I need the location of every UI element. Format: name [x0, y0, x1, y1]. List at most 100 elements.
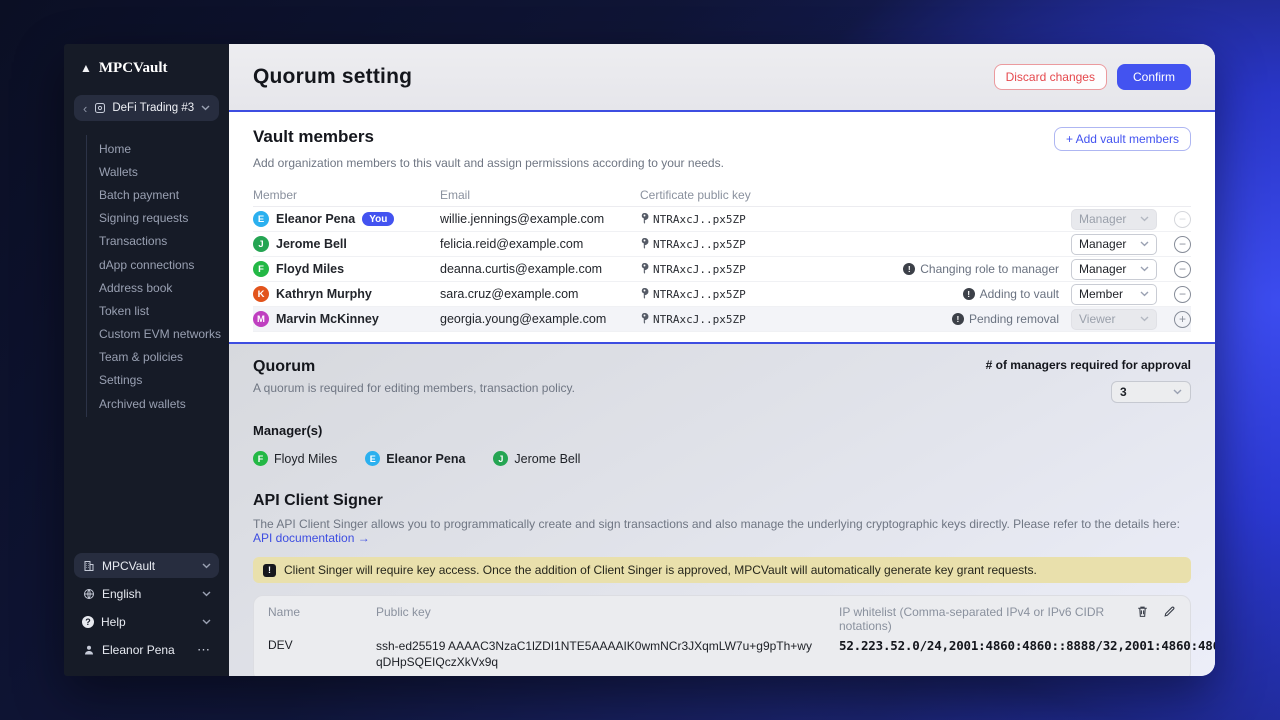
sidebar-item-batch-payment[interactable]: Batch payment: [99, 183, 229, 206]
sidebar-nav: HomeWalletsBatch paymentSigning requests…: [86, 135, 229, 417]
sidebar-item-token-list[interactable]: Token list: [99, 299, 229, 322]
member-name: Kathryn Murphy: [276, 287, 372, 301]
add-vault-members-button[interactable]: + Add vault members: [1054, 127, 1191, 151]
role-select[interactable]: Manager: [1071, 234, 1157, 255]
member-row: F Floyd Miles deanna.curtis@example.com …: [253, 257, 1191, 282]
more-menu-icon[interactable]: ⋯: [197, 642, 211, 658]
user-icon: [82, 643, 95, 656]
remove-member-button[interactable]: −: [1174, 236, 1191, 253]
sidebar-footer: MPCVault English ? Help: [64, 545, 229, 676]
team-selector[interactable]: ‹ DeFi Trading #3: [74, 95, 219, 121]
manager-avatar: E: [365, 451, 380, 466]
status-text: Pending removal: [969, 312, 1059, 326]
role-value: Manager: [1079, 212, 1140, 226]
manager-name: Eleanor Pena: [386, 452, 465, 466]
member-avatar: F: [253, 261, 269, 277]
sidebar-item-transactions[interactable]: Transactions: [99, 230, 229, 253]
sidebar-item-dapp-connections[interactable]: dApp connections: [99, 253, 229, 276]
page-title: Quorum setting: [253, 65, 412, 89]
key-icon: [640, 313, 649, 325]
quorum-title: Quorum: [253, 358, 575, 376]
role-select[interactable]: Viewer: [1071, 309, 1157, 330]
member-row: E Eleanor Pena You willie.jennings@examp…: [253, 207, 1191, 232]
manager-name: Jerome Bell: [514, 452, 580, 466]
sidebar-item-team-policies[interactable]: Team & policies: [99, 346, 229, 369]
member-name: Jerome Bell: [276, 237, 347, 251]
help-label: Help: [101, 615, 195, 629]
user-name-label: Eleanor Pena: [102, 643, 190, 657]
vault-members-title: Vault members: [253, 127, 374, 147]
main-panel: Quorum setting Discard changes Confirm V…: [229, 44, 1215, 676]
member-row: K Kathryn Murphy sara.cruz@example.com N…: [253, 282, 1191, 307]
member-avatar: M: [253, 311, 269, 327]
sidebar-item-user[interactable]: Eleanor Pena ⋯: [74, 637, 219, 662]
chevron-down-icon: [201, 105, 210, 111]
remove-member-button[interactable]: −: [1174, 261, 1191, 278]
chevron-down-icon: [1140, 291, 1149, 297]
key-icon: [640, 288, 649, 300]
member-email: georgia.young@example.com: [440, 312, 640, 326]
you-badge: You: [362, 212, 394, 226]
app-window: ▲ MPCVault ‹ DeFi Trading #3 HomeWallets…: [64, 44, 1215, 676]
api-signer-card: Name Public key IP whitelist (Comma-sepa…: [253, 595, 1191, 676]
sidebar-item-custom-evm-networks[interactable]: Custom EVM networks: [99, 323, 229, 346]
member-status: ! Changing role to manager: [885, 262, 1071, 276]
approval-count-select[interactable]: 3: [1111, 381, 1191, 403]
key-access-warning-banner: ! Client Singer will require key access.…: [253, 557, 1191, 583]
api-documentation-link[interactable]: API documentation →: [253, 531, 370, 545]
team-selector-label: DeFi Trading #3: [112, 102, 195, 114]
sidebar-item-signing-requests[interactable]: Signing requests: [99, 207, 229, 230]
member-name: Eleanor Pena: [276, 212, 355, 226]
sidebar-item-address-book[interactable]: Address book: [99, 276, 229, 299]
manager-name: Floyd Miles: [274, 452, 337, 466]
sidebar-item-org[interactable]: MPCVault: [74, 553, 219, 578]
confirm-button[interactable]: Confirm: [1117, 64, 1191, 90]
approval-count-value: 3: [1120, 385, 1173, 399]
column-certificate: Certificate public key: [640, 188, 885, 202]
sidebar-item-archived-wallets[interactable]: Archived wallets: [99, 392, 229, 415]
api-name-header: Name: [268, 605, 368, 633]
vault-icon: [93, 102, 106, 115]
sidebar-item-wallets[interactable]: Wallets: [99, 160, 229, 183]
discard-changes-button[interactable]: Discard changes: [994, 64, 1107, 90]
api-client-signer-section: API Client Signer The API Client Singer …: [253, 492, 1191, 676]
role-select[interactable]: Member: [1071, 284, 1157, 305]
chevron-down-icon: [1140, 241, 1149, 247]
remove-member-button[interactable]: −: [1174, 211, 1191, 228]
app-logo-text: MPCVault: [99, 60, 168, 77]
role-select[interactable]: Manager: [1071, 209, 1157, 230]
info-icon: !: [903, 263, 915, 275]
member-row: J Jerome Bell felicia.reid@example.com N…: [253, 232, 1191, 257]
lower-section: Quorum A quorum is required for editing …: [229, 344, 1215, 676]
organization-icon: [82, 559, 95, 572]
member-email: deanna.curtis@example.com: [440, 262, 640, 276]
status-text: Changing role to manager: [920, 262, 1059, 276]
back-chevron-icon[interactable]: ‹: [83, 102, 87, 115]
role-value: Member: [1079, 287, 1140, 301]
member-status: ! Pending removal: [885, 312, 1071, 326]
add-member-button[interactable]: +: [1174, 311, 1191, 328]
api-name-value: DEV: [268, 638, 368, 670]
members-table-header: Member Email Certificate public key: [253, 183, 1191, 207]
info-icon: !: [963, 288, 975, 300]
sidebar-item-home[interactable]: Home: [99, 137, 229, 160]
sidebar-item-settings[interactable]: Settings: [99, 369, 229, 392]
role-select[interactable]: Manager: [1071, 259, 1157, 280]
edit-icon[interactable]: [1163, 605, 1176, 633]
manager-chip: FFloyd Miles: [253, 451, 337, 466]
info-square-icon: !: [263, 564, 276, 577]
chevron-down-icon: [202, 619, 211, 625]
delete-icon[interactable]: [1136, 605, 1149, 633]
manager-chip: E Eleanor Pena: [365, 451, 465, 466]
language-label: English: [102, 587, 195, 601]
certificate-public-key: NTRAxcJ..px5ZP: [653, 313, 746, 326]
member-status: ! Adding to vault: [885, 287, 1071, 301]
remove-member-button[interactable]: −: [1174, 286, 1191, 303]
approval-count-label: # of managers required for approval: [986, 358, 1191, 372]
role-value: Viewer: [1079, 312, 1140, 326]
role-value: Manager: [1079, 262, 1140, 276]
sidebar-item-help[interactable]: ? Help: [74, 609, 219, 634]
sidebar-item-language[interactable]: English: [74, 581, 219, 606]
key-icon: [640, 213, 649, 225]
member-email: felicia.reid@example.com: [440, 237, 640, 251]
